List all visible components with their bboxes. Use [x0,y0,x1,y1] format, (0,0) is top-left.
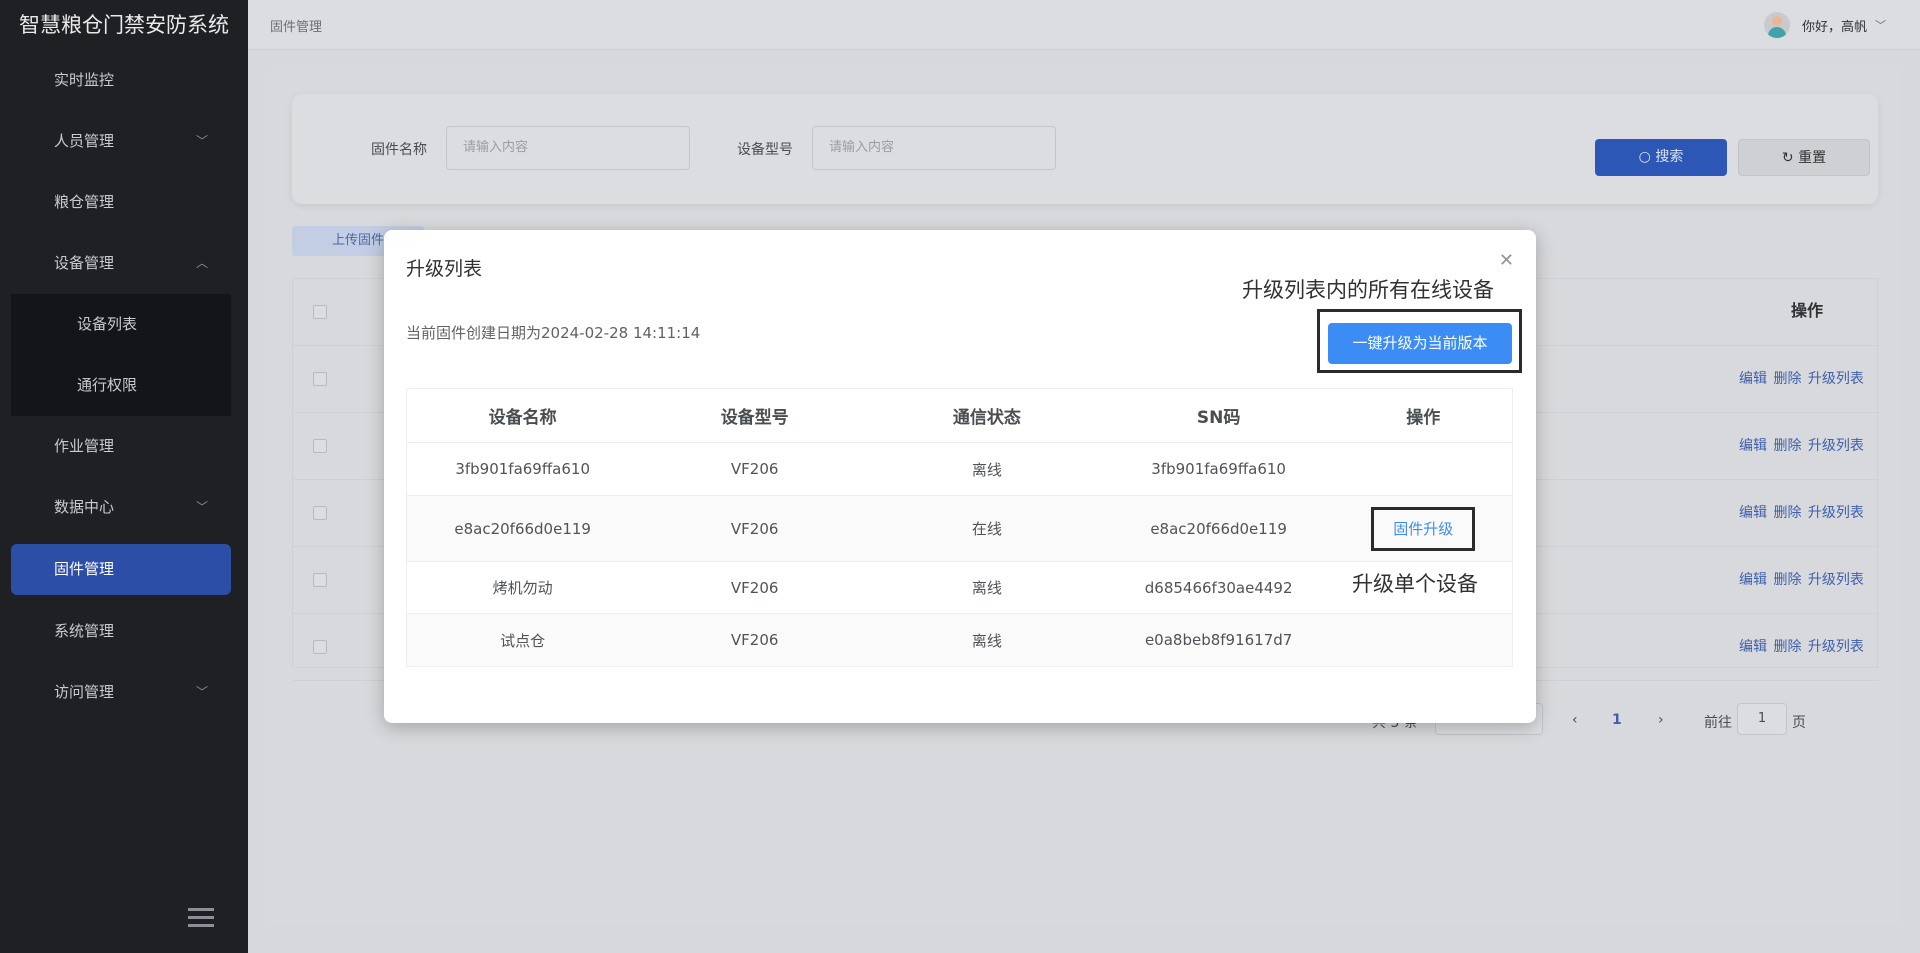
upgrade-all-button[interactable]: 一键升级为当前版本 [1328,323,1512,364]
col-sn: SN码 [1102,388,1335,443]
device-model-cell: VF206 [638,495,872,562]
col-device-model: 设备型号 [638,388,872,443]
status-badge: 在线 [871,495,1103,562]
status-badge: 离线 [871,442,1103,496]
device-model-cell: VF206 [638,442,872,496]
sn-cell: d685466f30ae4492 [1102,561,1335,614]
device-model-cell: VF206 [638,613,872,667]
status-badge: 离线 [871,613,1103,667]
table-header-row: 设备名称 设备型号 通信状态 SN码 操作 [406,388,1513,443]
table-row: 3fb901fa69ffa610 VF206 离线 3fb901fa69ffa6… [406,442,1513,496]
operation-cell: 固件升级 [1334,495,1513,562]
col-device-name: 设备名称 [406,388,639,443]
table-row: e8ac20f66d0e119 VF206 在线 e8ac20f66d0e119… [406,495,1513,562]
device-name-cell: e8ac20f66d0e119 [406,495,639,562]
operation-cell [1334,613,1513,667]
sn-cell: 3fb901fa69ffa610 [1102,442,1335,496]
table-row: 烤机勿动 VF206 离线 d685466f30ae4492 [406,561,1513,614]
col-operation: 操作 [1334,388,1513,443]
device-name-cell: 烤机勿动 [406,561,639,614]
firmware-upgrade-button[interactable]: 固件升级 [1393,520,1453,538]
annotation-upgrade-all: 升级列表内的所有在线设备 [1242,278,1494,302]
sn-cell: e0a8beb8f91617d7 [1102,613,1335,667]
sn-cell: e8ac20f66d0e119 [1102,495,1335,562]
operation-cell [1334,442,1513,496]
status-badge: 离线 [871,561,1103,614]
device-name-cell: 3fb901fa69ffa610 [406,442,639,496]
dialog-title: 升级列表 [406,258,483,280]
close-icon[interactable]: ✕ [1499,250,1514,271]
upgrade-device-table: 设备名称 设备型号 通信状态 SN码 操作 3fb901fa69ffa610 V… [406,388,1513,667]
firmware-created-date: 当前固件创建日期为2024-02-28 14:11:14 [406,324,701,342]
annotation-upgrade-single: 升级单个设备 [1352,572,1478,596]
annotation-box-firmware-upgrade: 固件升级 [1371,506,1476,551]
table-row: 试点仓 VF206 离线 e0a8beb8f91617d7 [406,613,1513,667]
col-comm-status: 通信状态 [871,388,1103,443]
device-name-cell: 试点仓 [406,613,639,667]
upgrade-list-dialog: 升级列表 ✕ 当前固件创建日期为2024-02-28 14:11:14 升级列表… [384,230,1536,723]
device-model-cell: VF206 [638,561,872,614]
